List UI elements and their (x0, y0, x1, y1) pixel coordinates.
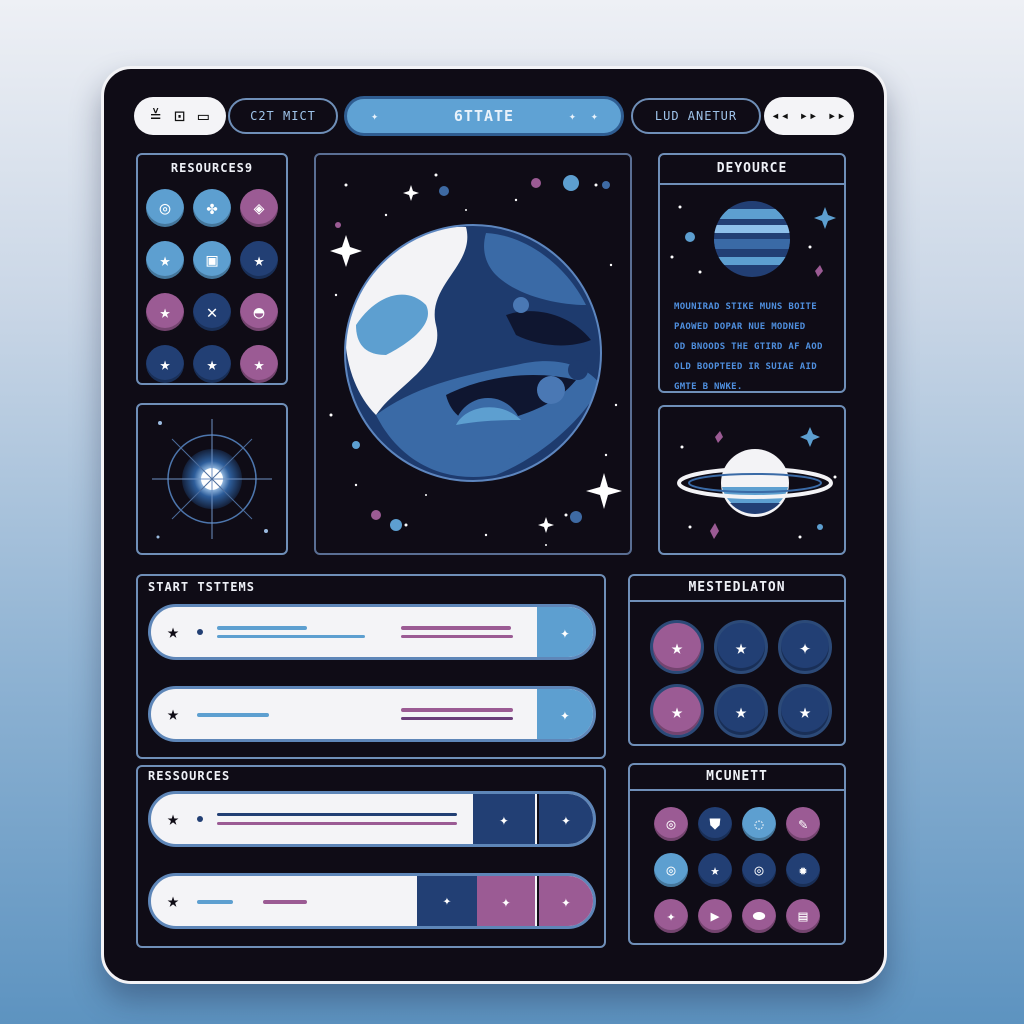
mcunett-button[interactable]: ⛊ (698, 807, 732, 841)
description-line: GMTE B NWKE. (674, 382, 743, 392)
start-systems-title: START TSTTEMS (148, 580, 255, 594)
sparkle-icon: ✦ (590, 109, 599, 123)
state-title-text: 6TTATE (453, 107, 515, 125)
resource-button[interactable]: ▣ (193, 241, 231, 279)
resource-button[interactable]: ★ (240, 345, 278, 383)
mcunett-button[interactable]: ★ (698, 853, 732, 887)
planet-viewport[interactable] (314, 153, 632, 555)
mested-button[interactable]: ★ (650, 620, 704, 674)
progress-line (197, 900, 233, 904)
resource-button[interactable]: ★ (193, 345, 231, 383)
slider-segment[interactable]: ✦ (537, 794, 593, 844)
menu-icon[interactable]: ≚ (150, 106, 162, 127)
title-divider (630, 600, 844, 602)
star-icon: ★ (167, 701, 180, 725)
description-line: PAOWED DOPAR NUE MODNED (674, 322, 806, 332)
description-line: OD BNOODS THE GTIRD AF AOD (674, 342, 823, 352)
progress-line (401, 635, 513, 638)
mested-button[interactable]: ✦ (778, 620, 832, 674)
ressources-panel: RESSOURCES ★ ✦ ✦ ★ ✦ ✦ ✦ (136, 765, 606, 948)
resource-button[interactable]: ◎ (146, 189, 184, 227)
mestedlaton-title: MESTEDLATON (688, 580, 786, 595)
planet-scene (329, 173, 622, 546)
system-slider-1[interactable]: ★ ✦ (148, 604, 596, 660)
resource-button[interactable]: ★ (146, 241, 184, 279)
resource-button[interactable]: ★ (240, 241, 278, 279)
resource-slider-1[interactable]: ★ ✦ ✦ (148, 791, 596, 847)
slider-segment[interactable]: ✦ (537, 876, 593, 926)
app-device: ≚ ⊡ ▭ C2T MICT ✦ 6TTATE ✦ ✦ LUD ANETUR ◂… (101, 66, 887, 984)
resource-button[interactable]: ★ (146, 345, 184, 383)
star-icon: ★ (167, 619, 180, 643)
deyource-panel: DEYOURCE MOUNIRAD STIKE MUNS BOITE PAOWE… (658, 153, 846, 393)
mested-button[interactable]: ★ (714, 620, 768, 674)
resource-button[interactable]: ✕ (193, 293, 231, 331)
ringed-planet-panel[interactable] (658, 405, 846, 555)
progress-line (217, 813, 457, 816)
mcunett-button[interactable]: ▤ (786, 899, 820, 933)
left-icon-group[interactable]: ≚ ⊡ ▭ (134, 97, 226, 135)
resource-button[interactable]: ◈ (240, 189, 278, 227)
slider-handle[interactable]: ✦ (537, 689, 593, 739)
title-divider (630, 789, 844, 791)
mcunett-button[interactable]: ◎ (742, 853, 776, 887)
title-divider (660, 183, 844, 185)
sparkle-icon: ✦ (568, 109, 577, 123)
ringed-planet-icon (677, 427, 837, 539)
progress-line (217, 635, 365, 638)
sparkle-icon: ✦ (371, 109, 380, 123)
description-line: OLD BOOPTEED IR SUIAE AID (674, 362, 817, 372)
status-dot (197, 816, 203, 822)
mcunett-button[interactable]: ✹ (786, 853, 820, 887)
mcunett-button[interactable]: ◎ (654, 853, 688, 887)
resource-slider-2[interactable]: ★ ✦ ✦ ✦ (148, 873, 596, 929)
state-title-button[interactable]: ✦ 6TTATE ✦ ✦ (344, 96, 624, 136)
progress-line (197, 713, 269, 717)
progress-line (217, 822, 457, 825)
mested-button[interactable]: ★ (778, 684, 832, 738)
progress-line (263, 900, 307, 904)
media-controls[interactable]: ◂◂ ▸▸ ▸▸ (764, 97, 854, 135)
mested-button[interactable]: ★ (714, 684, 768, 738)
slider-segment[interactable]: ✦ (473, 794, 535, 844)
deyource-title: DEYOURCE (716, 161, 788, 176)
mestedlaton-panel: MESTEDLATON ★ ★ ✦ ★ ★ ★ (628, 574, 846, 746)
progress-line (401, 717, 513, 720)
resource-button[interactable]: ✤ (193, 189, 231, 227)
slider-segment[interactable]: ✦ (477, 876, 535, 926)
resource-button[interactable]: ★ (146, 293, 184, 331)
ressources-title: RESSOURCES (148, 769, 231, 783)
mcunett-button[interactable]: ✎ (786, 807, 820, 841)
progress-line (401, 708, 513, 712)
mcunett-panel: MCUNETT ◎ ⛊ ◌ ✎ ◎ ★ ◎ ✹ ✦ ▶ ⬬ ▤ (628, 763, 846, 945)
progress-line (401, 626, 511, 630)
mcunett-button[interactable]: ◎ (654, 807, 688, 841)
resources-panel: RESOURCES9 ◎ ✤ ◈ ★ ▣ ★ ★ ✕ ◓ ★ ★ ★ (136, 153, 288, 385)
description-line: MOUNIRAD STIKE MUNS BOITE (674, 302, 817, 312)
star-icon: ★ (167, 888, 180, 912)
start-systems-panel: START TSTTEMS ★ ✦ ★ ✦ (136, 574, 606, 759)
mcunett-title: MCUNETT (706, 769, 768, 784)
mcunett-button[interactable]: ▶ (698, 899, 732, 933)
tab-left[interactable]: C2T MICT (228, 98, 338, 134)
slider-handle[interactable]: ✦ (537, 607, 593, 657)
status-dot (197, 629, 203, 635)
progress-line (217, 626, 307, 630)
glowing-star-icon (152, 419, 272, 539)
square-icon[interactable]: ▭ (198, 106, 210, 127)
mcunett-button[interactable]: ⬬ (742, 899, 776, 933)
star-icon: ★ (167, 806, 180, 830)
striped-planet-icon (670, 201, 836, 277)
slider-segment[interactable]: ✦ (417, 876, 477, 926)
tab-right[interactable]: LUD ANETUR (631, 98, 761, 134)
mcunett-button[interactable]: ◌ (742, 807, 776, 841)
star-portal-panel[interactable] (136, 403, 288, 555)
deyource-description: MOUNIRAD STIKE MUNS BOITE PAOWED DOPAR N… (674, 297, 842, 397)
mcunett-button[interactable]: ✦ (654, 899, 688, 933)
mested-button[interactable]: ★ (650, 684, 704, 738)
resource-button[interactable]: ◓ (240, 293, 278, 331)
system-slider-2[interactable]: ★ ✦ (148, 686, 596, 742)
window-icon[interactable]: ⊡ (174, 106, 186, 127)
resources-title: RESOURCES9 (170, 161, 254, 175)
